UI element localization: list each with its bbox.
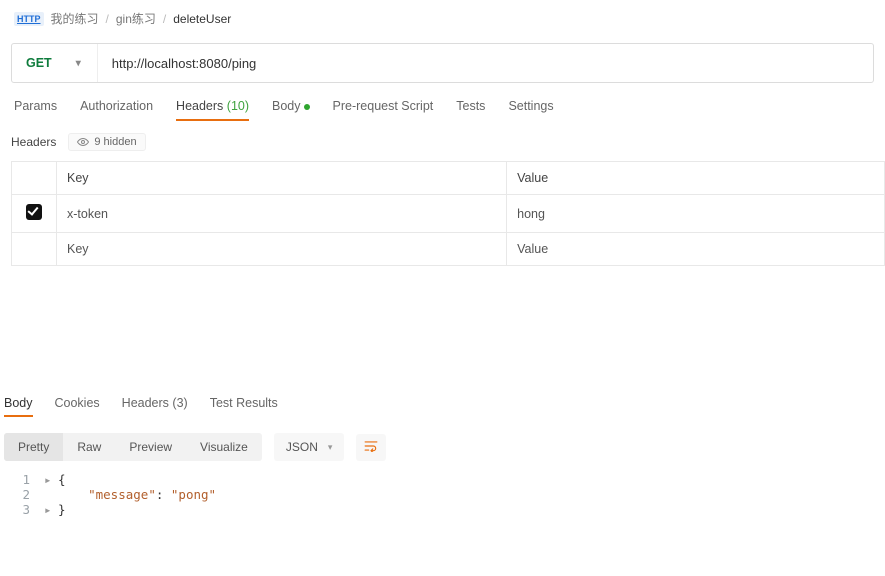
status-dot-icon: [304, 104, 310, 110]
fold-handle-icon[interactable]: ▸: [44, 502, 58, 517]
tab-authorization[interactable]: Authorization: [80, 99, 153, 121]
breadcrumb: HTTP 我的练习 / gin练习 / deleteUser: [0, 0, 885, 37]
view-raw-button[interactable]: Raw: [63, 433, 115, 461]
new-value-input[interactable]: Value: [507, 233, 885, 266]
col-value: Value: [507, 162, 885, 195]
chevron-down-icon: ▾: [76, 58, 81, 69]
headers-subbar: Headers 9 hidden: [0, 129, 885, 161]
col-checkbox: [12, 162, 57, 195]
col-key: Key: [57, 162, 507, 195]
table-row: x-token hong: [12, 195, 885, 233]
tab-headers[interactable]: Headers (10): [176, 99, 249, 121]
tab-body[interactable]: Body: [272, 99, 310, 121]
wrap-icon: [364, 440, 378, 452]
format-select[interactable]: JSON ▾: [274, 433, 345, 461]
response-tabs: Body Cookies Headers (3) Test Results: [0, 396, 885, 424]
headers-table: Key Value x-token hong Key Value: [11, 161, 885, 266]
view-preview-button[interactable]: Preview: [115, 433, 186, 461]
request-tabs: Params Authorization Headers (10) Body P…: [0, 83, 885, 129]
resp-tab-headers[interactable]: Headers (3): [122, 396, 188, 417]
eye-icon: [77, 136, 89, 148]
view-controls: Pretty Raw Preview Visualize JSON ▾: [0, 424, 885, 470]
breadcrumb-l1[interactable]: 我的练习: [51, 10, 99, 27]
table-header-row: Key Value: [12, 162, 885, 195]
headers-title: Headers: [11, 135, 56, 149]
cell-value[interactable]: hong: [507, 195, 885, 233]
view-pretty-button[interactable]: Pretty: [4, 433, 63, 461]
fold-handle-icon[interactable]: ▸: [44, 472, 58, 487]
table-row-new: Key Value: [12, 233, 885, 266]
request-bar: GET ▾ http://localhost:8080/ping: [11, 43, 874, 83]
breadcrumb-sep: /: [106, 12, 109, 26]
method-select[interactable]: GET ▾: [12, 44, 98, 82]
chevron-down-icon: ▾: [328, 442, 333, 453]
row-checkbox[interactable]: [26, 204, 42, 220]
http-badge-icon: HTTP: [14, 12, 44, 26]
cell-key[interactable]: x-token: [57, 195, 507, 233]
tab-params[interactable]: Params: [14, 99, 57, 121]
method-label: GET: [26, 56, 52, 70]
tab-tests[interactable]: Tests: [456, 99, 485, 121]
response-body[interactable]: 1▸{ 2 "message": "pong" 3▸}: [0, 470, 885, 517]
wrap-lines-button[interactable]: [356, 434, 386, 461]
resp-tab-test-results[interactable]: Test Results: [210, 396, 278, 417]
tab-prerequest[interactable]: Pre-request Script: [333, 99, 434, 121]
breadcrumb-l2[interactable]: gin练习: [116, 10, 156, 27]
resp-tab-cookies[interactable]: Cookies: [55, 396, 100, 417]
view-mode-group: Pretty Raw Preview Visualize: [4, 433, 262, 461]
hidden-headers-button[interactable]: 9 hidden: [68, 133, 145, 151]
breadcrumb-sep: /: [163, 12, 166, 26]
new-key-input[interactable]: Key: [57, 233, 507, 266]
resp-tab-body[interactable]: Body: [4, 396, 33, 417]
tab-settings[interactable]: Settings: [508, 99, 553, 121]
view-visualize-button[interactable]: Visualize: [186, 433, 262, 461]
url-input[interactable]: http://localhost:8080/ping: [98, 44, 873, 82]
breadcrumb-current: deleteUser: [173, 12, 231, 26]
